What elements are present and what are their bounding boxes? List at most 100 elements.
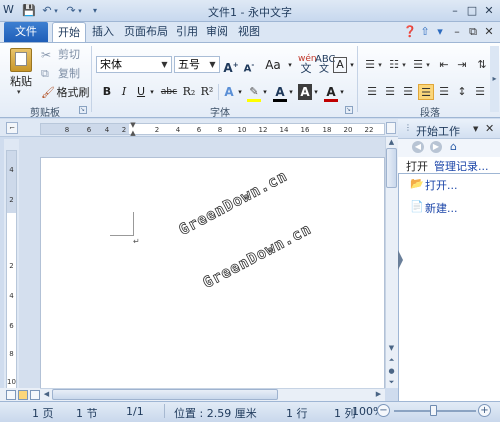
font-name-combo[interactable]: 宋体 ▼: [96, 56, 172, 73]
new-link[interactable]: 新建...: [425, 200, 458, 216]
highlight-icon[interactable]: ✎: [247, 84, 261, 100]
task-pane-menu-icon[interactable]: ▼: [473, 125, 478, 133]
select-browse-object-icon[interactable]: ●: [385, 366, 398, 377]
ruler-tick: 16: [300, 126, 310, 134]
ruler-tick: 18: [322, 126, 332, 134]
underline-button[interactable]: U: [134, 84, 148, 100]
zoom-in-icon[interactable]: +: [478, 404, 491, 417]
italic-button[interactable]: I: [117, 84, 131, 100]
decrease-indent-icon[interactable]: ⇤: [436, 57, 452, 73]
open-link[interactable]: 打开...: [425, 177, 458, 193]
back-icon[interactable]: ◀: [412, 141, 424, 153]
scroll-up-icon[interactable]: ▲: [385, 137, 398, 148]
scroll-right-icon[interactable]: ▶: [372, 389, 385, 400]
highlight-dropdown-icon[interactable]: ▾: [261, 84, 269, 100]
text-effect-icon[interactable]: A: [222, 84, 236, 100]
bold-button[interactable]: B: [100, 84, 114, 100]
doc-close-icon[interactable]: ✕: [482, 25, 496, 39]
align-center-icon[interactable]: ☰: [382, 84, 398, 100]
copy-button[interactable]: 复制: [56, 66, 82, 82]
align-left-icon[interactable]: ☰: [364, 84, 380, 100]
copy-icon[interactable]: ⧉: [41, 67, 55, 81]
character-shading-dropdown-icon[interactable]: ▾: [312, 84, 320, 100]
paste-button[interactable]: 粘贴: [7, 74, 35, 90]
tab-view[interactable]: 视图: [236, 22, 262, 42]
numbering-dropdown-icon[interactable]: ▾: [400, 57, 408, 73]
maximize-button[interactable]: □: [464, 3, 480, 18]
paragraph-spacing-icon[interactable]: ☰: [472, 84, 488, 100]
change-case-button[interactable]: Aa: [262, 57, 284, 73]
font-size-dropdown-icon[interactable]: ▼: [207, 57, 218, 72]
character-box-icon[interactable]: A: [333, 57, 347, 73]
pinyin-guide-icon[interactable]: wén 文: [298, 55, 317, 75]
home-icon[interactable]: ⌂: [450, 140, 457, 153]
font-color-button[interactable]: A: [273, 84, 287, 100]
page-view-icon[interactable]: [18, 390, 28, 400]
paste-dropdown-icon[interactable]: ▾: [17, 88, 21, 96]
cut-icon[interactable]: ✂: [41, 48, 55, 62]
character-shading-icon[interactable]: A: [298, 84, 312, 100]
horizontal-scroll-thumb[interactable]: [52, 389, 278, 400]
vruler-tick: 2: [9, 262, 14, 270]
file-menu-tab[interactable]: 文件: [4, 22, 48, 42]
previous-page-icon[interactable]: ⏶: [385, 355, 398, 366]
forward-icon[interactable]: ▶: [430, 141, 442, 153]
character-box-dropdown-icon[interactable]: ▾: [348, 57, 356, 73]
tab-review[interactable]: 审阅: [204, 22, 230, 42]
sort-icon[interactable]: ⇅: [474, 57, 490, 73]
strikethrough-button[interactable]: abc: [160, 84, 178, 100]
help-icon[interactable]: ❓: [403, 25, 417, 39]
next-page-icon[interactable]: ⏷: [385, 377, 398, 388]
ruler-tick: 2: [154, 126, 160, 134]
ribbon-scroll-right-icon[interactable]: ▸: [490, 46, 499, 112]
tab-insert[interactable]: 插入: [88, 22, 118, 42]
pin-ribbon-icon[interactable]: ⇧: [418, 25, 432, 39]
vertical-scroll-thumb[interactable]: [386, 148, 397, 188]
ruler-tick: 6: [86, 126, 92, 134]
justify-icon[interactable]: ☰: [418, 84, 434, 100]
line-spacing-icon[interactable]: ↕: [454, 84, 470, 100]
doc-minimize-icon[interactable]: –: [450, 25, 464, 39]
task-pane-close-icon[interactable]: ✕: [485, 122, 494, 135]
reading-view-icon[interactable]: [30, 390, 40, 400]
font-name-dropdown-icon[interactable]: ▼: [159, 57, 170, 72]
tab-references[interactable]: 引用: [174, 22, 200, 42]
cut-button[interactable]: 剪切: [56, 47, 82, 63]
format-painter-icon[interactable]: 🖌: [41, 86, 55, 100]
tab-stop-selector-icon[interactable]: ⌐: [6, 122, 18, 134]
grow-font-icon[interactable]: A+: [222, 57, 240, 75]
shrink-font-icon[interactable]: A-: [241, 57, 257, 74]
bullets-dropdown-icon[interactable]: ▾: [376, 57, 384, 73]
doc-restore-icon[interactable]: ⧉: [466, 25, 480, 39]
ruler-toggle-icon[interactable]: [386, 122, 396, 134]
font-color-alt-dropdown-icon[interactable]: ▾: [338, 84, 346, 100]
align-right-icon[interactable]: ☰: [400, 84, 416, 100]
scroll-down-icon[interactable]: ▼: [385, 343, 398, 354]
character-border-icon[interactable]: ABC 文: [315, 55, 336, 75]
normal-view-icon[interactable]: [6, 390, 16, 400]
tab-open[interactable]: 打开: [406, 158, 428, 174]
format-painter-button[interactable]: 格式刷: [55, 85, 91, 101]
tab-home[interactable]: 开始: [52, 22, 86, 42]
minimize-button[interactable]: –: [447, 3, 463, 18]
change-case-dropdown-icon[interactable]: ▾: [286, 57, 294, 73]
distributed-icon[interactable]: ☰: [436, 84, 452, 100]
close-button[interactable]: ✕: [481, 3, 497, 18]
font-color-alt-icon[interactable]: A: [324, 84, 338, 100]
superscript-button[interactable]: R²: [199, 84, 215, 100]
task-pane-grip-icon[interactable]: ⋮: [404, 123, 412, 132]
tab-history[interactable]: 管理记录...: [434, 158, 489, 174]
options-icon[interactable]: ▾: [433, 25, 447, 39]
subscript-button[interactable]: R₂: [181, 84, 197, 100]
underline-dropdown-icon[interactable]: ▾: [148, 84, 156, 100]
increase-indent-icon[interactable]: ⇥: [454, 57, 470, 73]
text-effect-dropdown-icon[interactable]: ▾: [236, 84, 244, 100]
clipboard-launcher-icon[interactable]: ↘: [79, 106, 87, 114]
font-size-combo[interactable]: 五号 ▼: [174, 56, 220, 73]
zoom-out-icon[interactable]: −: [377, 404, 390, 417]
zoom-slider-thumb[interactable]: [430, 405, 437, 416]
multilevel-dropdown-icon[interactable]: ▾: [424, 57, 432, 73]
font-color-dropdown-icon[interactable]: ▾: [287, 84, 295, 100]
tab-page-layout[interactable]: 页面布局: [120, 22, 172, 42]
font-launcher-icon[interactable]: ↘: [345, 106, 353, 114]
